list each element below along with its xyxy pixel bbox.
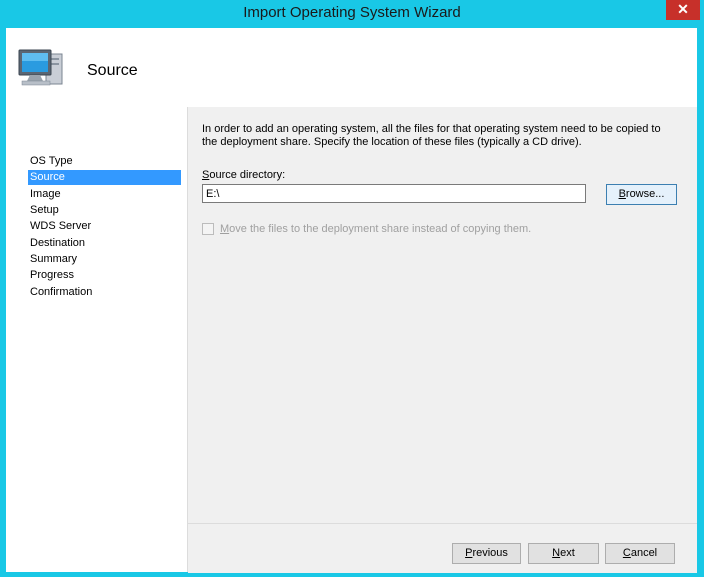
sidebar-item-image[interactable]: Image [28, 187, 181, 202]
intro-text: In order to add an operating system, all… [202, 123, 661, 148]
previous-button[interactable]: Previous [452, 543, 521, 564]
cancel-label-rest: ancel [630, 547, 658, 559]
window-title: Import Operating System Wizard [243, 4, 461, 21]
next-button[interactable]: Next [528, 543, 599, 564]
move-files-checkbox[interactable] [202, 223, 214, 235]
page-title: Source [87, 62, 138, 79]
move-files-mnemonic: M [220, 223, 230, 235]
content-panel: In order to add an operating system, all… [188, 107, 697, 523]
cancel-button[interactable]: Cancel [605, 543, 675, 564]
sidebar-item-setup[interactable]: Setup [28, 203, 181, 218]
title-bar[interactable]: Import Operating System Wizard ✕ [0, 0, 704, 28]
move-files-label: Move the files to the deployment share i… [220, 223, 531, 235]
wizard-window: Source OS Type Source Image Setup WDS Se… [6, 28, 697, 573]
close-button[interactable]: ✕ [666, 0, 700, 20]
sidebar-item-confirmation[interactable]: Confirmation [28, 285, 181, 300]
sidebar-item-summary[interactable]: Summary [28, 252, 181, 267]
sidebar-item-os-type[interactable]: OS Type [28, 154, 181, 169]
sidebar-item-progress[interactable]: Progress [28, 268, 181, 283]
next-label-rest: ext [560, 547, 575, 559]
browse-label-rest: rowse... [625, 188, 665, 200]
wizard-steps-sidebar: OS Type Source Image Setup WDS Server De… [6, 107, 188, 572]
wizard-header: Source [6, 28, 697, 107]
sidebar-item-wds-server[interactable]: WDS Server [28, 219, 181, 234]
wizard-footer: Previous Next Cancel [188, 523, 697, 573]
source-directory-label: Source directory: [202, 169, 285, 181]
source-label-rest: ource directory: [209, 169, 286, 181]
browse-button[interactable]: Browse... [606, 184, 677, 205]
next-mnemonic: N [552, 547, 561, 559]
sidebar-item-destination[interactable]: Destination [28, 236, 181, 251]
move-files-label-rest: ove the files to the deployment share in… [229, 223, 532, 235]
browse-mnemonic: B [618, 188, 626, 200]
cancel-mnemonic: C [622, 547, 631, 559]
source-directory-input[interactable]: E:\ [202, 184, 586, 203]
sidebar-item-source[interactable]: Source [28, 170, 181, 185]
computer-icon [18, 49, 63, 86]
previous-label-rest: revious [472, 547, 508, 559]
